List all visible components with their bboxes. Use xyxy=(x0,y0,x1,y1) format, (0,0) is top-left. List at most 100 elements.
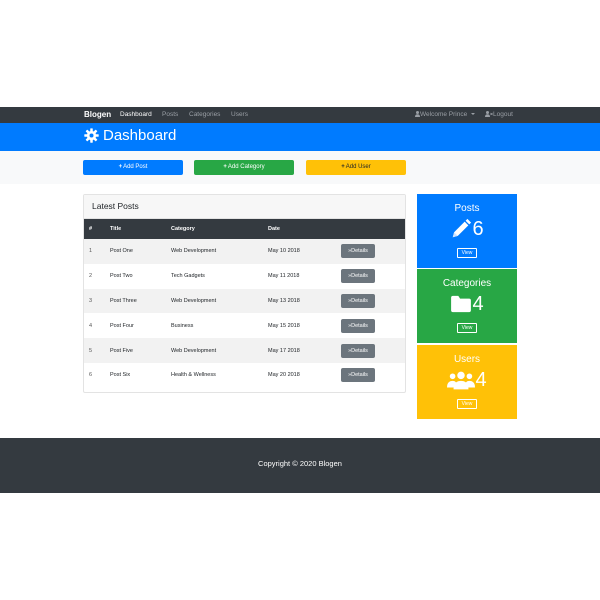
add-post-label: Add Post xyxy=(123,164,148,170)
row-action: »Details xyxy=(336,264,405,289)
row-title: Post Three xyxy=(105,288,166,314)
details-button[interactable]: »Details xyxy=(341,269,375,284)
table-row: 4 Post Four Business May 15 2018 »Detail… xyxy=(84,313,405,338)
users-count: 4 xyxy=(475,369,487,391)
page-title: Dashboard xyxy=(103,127,177,144)
row-number: 6 xyxy=(89,372,93,379)
column-header-category: Category xyxy=(166,219,263,239)
nav-link-users[interactable]: Users xyxy=(231,111,248,119)
details-button[interactable]: »Details xyxy=(341,244,375,259)
details-label: Details xyxy=(351,273,368,280)
row-category: Tech Gadgets xyxy=(171,273,205,280)
details-button[interactable]: »Details xyxy=(341,343,375,358)
add-post-button[interactable]: +Add Post xyxy=(83,160,183,175)
users-view-button[interactable]: View xyxy=(457,399,477,409)
add-category-label: Add Category xyxy=(227,164,265,170)
user-dropdown[interactable]: Welcome Prince xyxy=(415,111,476,119)
posts-view-button[interactable]: View xyxy=(457,248,477,258)
categories-stat-title: Categories xyxy=(442,278,492,289)
row-date: May 20 2018 xyxy=(268,372,300,379)
logout-label: Logout xyxy=(493,111,513,118)
latest-posts-title: Latest Posts xyxy=(92,201,139,211)
row-action: »Details xyxy=(336,239,405,264)
details-button[interactable]: »Details xyxy=(341,368,375,383)
categories-stat-card: Categories 4 View xyxy=(417,269,517,343)
row-date: May 17 2018 xyxy=(263,338,336,363)
row-number: 1 xyxy=(84,239,105,264)
nav-link-dashboard[interactable]: Dashboard xyxy=(120,111,152,119)
plus-icon: + xyxy=(223,164,227,170)
row-title: Post Six xyxy=(110,372,131,379)
users-stat-row: 4 xyxy=(417,369,517,393)
row-date: May 10 2018 xyxy=(263,239,336,264)
top-navbar: Blogen Dashboard Posts Categories Users … xyxy=(0,107,600,123)
add-user-label: Add User xyxy=(345,164,371,170)
table-row: 5 Post Five Web Development May 17 2018 … xyxy=(84,338,405,363)
brand-logo[interactable]: Blogen xyxy=(84,110,111,120)
caret-down-icon xyxy=(471,113,476,116)
column-header-date: Date xyxy=(263,219,336,239)
table-row: 3 Post Three Web Development May 13 2018… xyxy=(84,288,405,314)
row-category: Health & Wellness xyxy=(171,372,216,379)
actions-bar: +Add Post +Add Category +Add User xyxy=(0,151,600,184)
details-label: Details xyxy=(351,372,368,379)
row-category: Web Development xyxy=(166,239,263,264)
column-header-action xyxy=(336,219,405,239)
details-label: Details xyxy=(351,248,368,255)
row-number: 5 xyxy=(84,338,105,363)
users-icon xyxy=(447,371,476,390)
posts-stat-card: Posts 6 View xyxy=(417,194,517,268)
row-date: May 11 2018 xyxy=(268,273,300,280)
table-header-row: # Title Category Date xyxy=(84,219,405,239)
categories-view-button[interactable]: View xyxy=(457,323,477,333)
details-label: Details xyxy=(351,347,368,354)
row-action: »Details xyxy=(336,363,405,388)
user-dropdown-label: Welcome Prince xyxy=(420,111,468,118)
details-label: Details xyxy=(351,297,368,304)
latest-posts-card: Latest Posts # Title Category Date 1 Pos… xyxy=(83,194,406,393)
pencil-icon xyxy=(453,218,472,238)
plus-icon: + xyxy=(341,164,345,170)
posts-table: # Title Category Date 1 Post One Web Dev… xyxy=(84,219,405,388)
add-category-button[interactable]: +Add Category xyxy=(194,160,294,175)
categories-count: 4 xyxy=(472,293,484,315)
logout-link[interactable]: Logout xyxy=(485,111,513,119)
latest-posts-header: Latest Posts xyxy=(84,195,405,219)
posts-stat-row: 6 xyxy=(417,218,517,242)
posts-count: 6 xyxy=(472,218,484,240)
row-title: Post Two xyxy=(110,273,133,280)
table-row: 2 Post Two Tech Gadgets May 11 2018 »Det… xyxy=(84,264,405,289)
posts-stat-title: Posts xyxy=(454,203,480,214)
row-category: Web Development xyxy=(166,288,263,314)
row-title: Post One xyxy=(105,239,166,264)
row-category: Web Development xyxy=(166,338,263,363)
details-button[interactable]: »Details xyxy=(341,318,375,333)
table-row: 1 Post One Web Development May 10 2018 »… xyxy=(84,239,405,264)
row-number: 4 xyxy=(89,322,93,329)
gear-icon xyxy=(84,128,99,143)
users-stat-title: Users xyxy=(453,354,481,365)
page-footer: Copyright © 2020 Blogen xyxy=(0,438,600,493)
row-date: May 13 2018 xyxy=(263,288,336,314)
row-category: Business xyxy=(171,322,194,329)
page-header: Dashboard xyxy=(0,123,600,151)
categories-stat-row: 4 xyxy=(417,293,517,317)
row-number: 2 xyxy=(89,273,93,280)
plus-icon: + xyxy=(118,164,123,170)
nav-link-posts[interactable]: Posts xyxy=(162,111,178,119)
details-button[interactable]: »Details xyxy=(341,293,375,308)
add-user-button[interactable]: +Add User xyxy=(306,160,406,175)
row-action: »Details xyxy=(336,338,405,363)
column-header-title: Title xyxy=(105,219,166,239)
row-title: Post Five xyxy=(105,338,166,363)
nav-link-categories[interactable]: Categories xyxy=(189,111,220,119)
row-action: »Details xyxy=(336,313,405,338)
user-times-icon xyxy=(485,111,493,118)
table-row: 6 Post Six Health & Wellness May 20 2018… xyxy=(84,363,405,388)
details-label: Details xyxy=(351,322,368,329)
column-header-number: # xyxy=(84,219,105,239)
row-number: 3 xyxy=(84,288,105,314)
folder-icon xyxy=(451,295,472,313)
row-date: May 15 2018 xyxy=(268,322,300,329)
row-title: Post Four xyxy=(110,322,134,329)
